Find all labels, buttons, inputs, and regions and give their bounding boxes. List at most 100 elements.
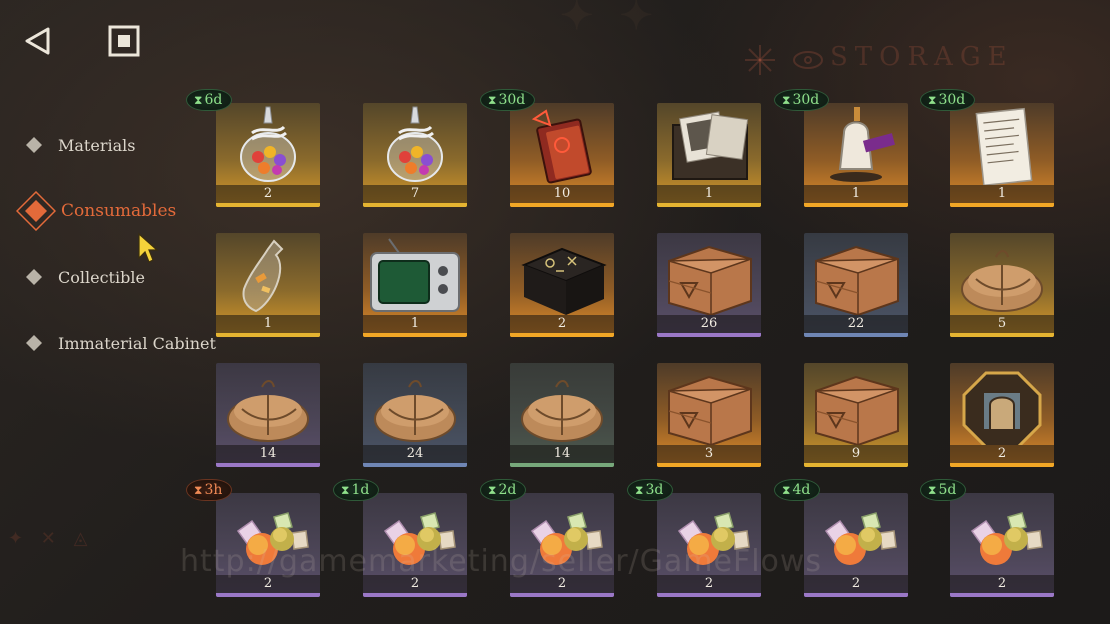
item-slot[interactable]: 2 — [950, 493, 1054, 597]
item-slot[interactable]: 2 — [510, 233, 614, 337]
item-frame: 2 — [950, 363, 1054, 467]
item-frame: 22 — [804, 233, 908, 337]
item-frame: 10 — [510, 103, 614, 207]
item-quantity: 5 — [997, 316, 1007, 331]
item-slot[interactable]: 1 — [216, 233, 320, 337]
hourglass-icon: ⧗ — [194, 482, 203, 497]
fruit-candy-icon — [970, 512, 1043, 565]
item-quantity: 26 — [700, 316, 718, 331]
item-frame: 9 — [804, 363, 908, 467]
item-frame: 14 — [216, 363, 320, 467]
item-frame: 7 — [363, 103, 467, 207]
wooden-crate-icon — [815, 375, 899, 445]
hourglass-icon: ⧗ — [928, 482, 937, 497]
wooden-crate-icon — [815, 245, 899, 315]
corner-ornament-icon: ✦ ✕ ◬ — [8, 528, 94, 549]
cloth-bundle-icon — [961, 250, 1043, 312]
tome-icon — [531, 109, 592, 184]
item-frame: 2 — [216, 103, 320, 207]
item-slot[interactable]: 5 — [950, 233, 1054, 337]
retro-tv-icon — [370, 238, 460, 312]
item-frame: 2 — [510, 233, 614, 337]
hourglass-icon: ⧗ — [341, 482, 350, 497]
rune-table-icon — [521, 247, 607, 315]
item-slot[interactable]: 9 — [804, 363, 908, 467]
item-quantity: 14 — [259, 446, 277, 461]
cloth-bundle-icon — [374, 380, 456, 442]
item-frame: 2 — [950, 493, 1054, 597]
item-frame: 26 — [657, 233, 761, 337]
item-slot[interactable]: 24 — [363, 363, 467, 467]
fruit-candy-icon — [824, 512, 897, 565]
tailoring-kit-icon — [830, 107, 896, 182]
item-slot[interactable]: 2 — [950, 363, 1054, 467]
item-frame: 1 — [216, 233, 320, 337]
item-slot[interactable]: 7 — [363, 103, 467, 207]
item-quantity: 1 — [410, 316, 420, 331]
item-quantity: 3 — [704, 446, 714, 461]
hourglass-icon: ⧗ — [928, 92, 937, 107]
item-frame: 1 — [363, 233, 467, 337]
octagon-emblem-icon — [962, 371, 1042, 445]
item-slot[interactable]: 3 — [657, 363, 761, 467]
hourglass-icon: ⧗ — [782, 92, 791, 107]
message-bottle-icon — [242, 239, 284, 313]
expiry-timer-badge: ⧗ 2d — [480, 479, 527, 501]
item-quantity: 2 — [557, 316, 567, 331]
item-slot[interactable]: 1 — [804, 103, 908, 207]
expiry-timer-badge: ⧗ 5d — [920, 479, 967, 501]
item-quantity: 7 — [410, 186, 420, 201]
item-quantity: 2 — [997, 576, 1007, 591]
item-quantity: 22 — [847, 316, 865, 331]
photo-box-icon — [672, 111, 749, 180]
timer-text: 3h — [204, 482, 223, 498]
expiry-timer-badge: ⧗ 3d — [627, 479, 674, 501]
timer-text: 30d — [498, 92, 526, 108]
hourglass-icon: ⧗ — [635, 482, 644, 497]
timer-text: 1d — [351, 482, 370, 498]
item-quantity: 2 — [997, 446, 1007, 461]
wooden-crate-icon — [668, 375, 752, 445]
hourglass-icon: ⧗ — [782, 482, 791, 497]
item-frame: 1 — [950, 103, 1054, 207]
item-slot[interactable]: 1 — [363, 233, 467, 337]
item-quantity: 24 — [406, 446, 424, 461]
cloth-bundle-icon — [227, 380, 309, 442]
expiry-timer-badge: ⧗ 4d — [774, 479, 821, 501]
hourglass-icon: ⧗ — [194, 92, 203, 107]
item-quantity: 1 — [263, 316, 273, 331]
item-frame: 1 — [657, 103, 761, 207]
item-quantity: 14 — [553, 446, 571, 461]
item-quantity: 1 — [851, 186, 861, 201]
item-slot[interactable]: 22 — [804, 233, 908, 337]
expiry-timer-badge: ⧗ 30d — [920, 89, 976, 111]
item-quantity: 2 — [263, 186, 273, 201]
item-frame: 3 — [657, 363, 761, 467]
item-slot[interactable]: 2 — [216, 103, 320, 207]
timer-text: 3d — [645, 482, 664, 498]
item-quantity: 9 — [851, 446, 861, 461]
item-quantity: 1 — [997, 186, 1007, 201]
shopping-list-icon — [975, 107, 1033, 185]
item-slot[interactable]: 1 — [657, 103, 761, 207]
item-frame: 5 — [950, 233, 1054, 337]
expiry-timer-badge: ⧗ 3h — [186, 479, 233, 501]
cloth-bundle-icon — [521, 380, 603, 442]
item-slot[interactable]: 14 — [216, 363, 320, 467]
item-frame: 14 — [510, 363, 614, 467]
expiry-timer-badge: ⧗ 1d — [333, 479, 380, 501]
item-slot[interactable]: 1 — [950, 103, 1054, 207]
item-slot[interactable]: 14 — [510, 363, 614, 467]
expiry-timer-badge: ⧗ 30d — [774, 89, 830, 111]
item-slot[interactable]: 26 — [657, 233, 761, 337]
watermark-text: http://gamemarketing/seller/GameFlows — [180, 544, 823, 579]
item-slot[interactable]: 10 — [510, 103, 614, 207]
item-grid: 2 ⧗ 6d 7 10 ⧗ 30d 1 1 ⧗ 30d 1 ⧗ 30d 1 1 … — [0, 0, 1110, 624]
timer-text: 2d — [498, 482, 517, 498]
timer-text: 5d — [938, 482, 957, 498]
timer-text: 30d — [938, 92, 966, 108]
timer-text: 6d — [204, 92, 223, 108]
hourglass-icon: ⧗ — [488, 482, 497, 497]
hourglass-icon: ⧗ — [488, 92, 497, 107]
item-frame: 1 — [804, 103, 908, 207]
